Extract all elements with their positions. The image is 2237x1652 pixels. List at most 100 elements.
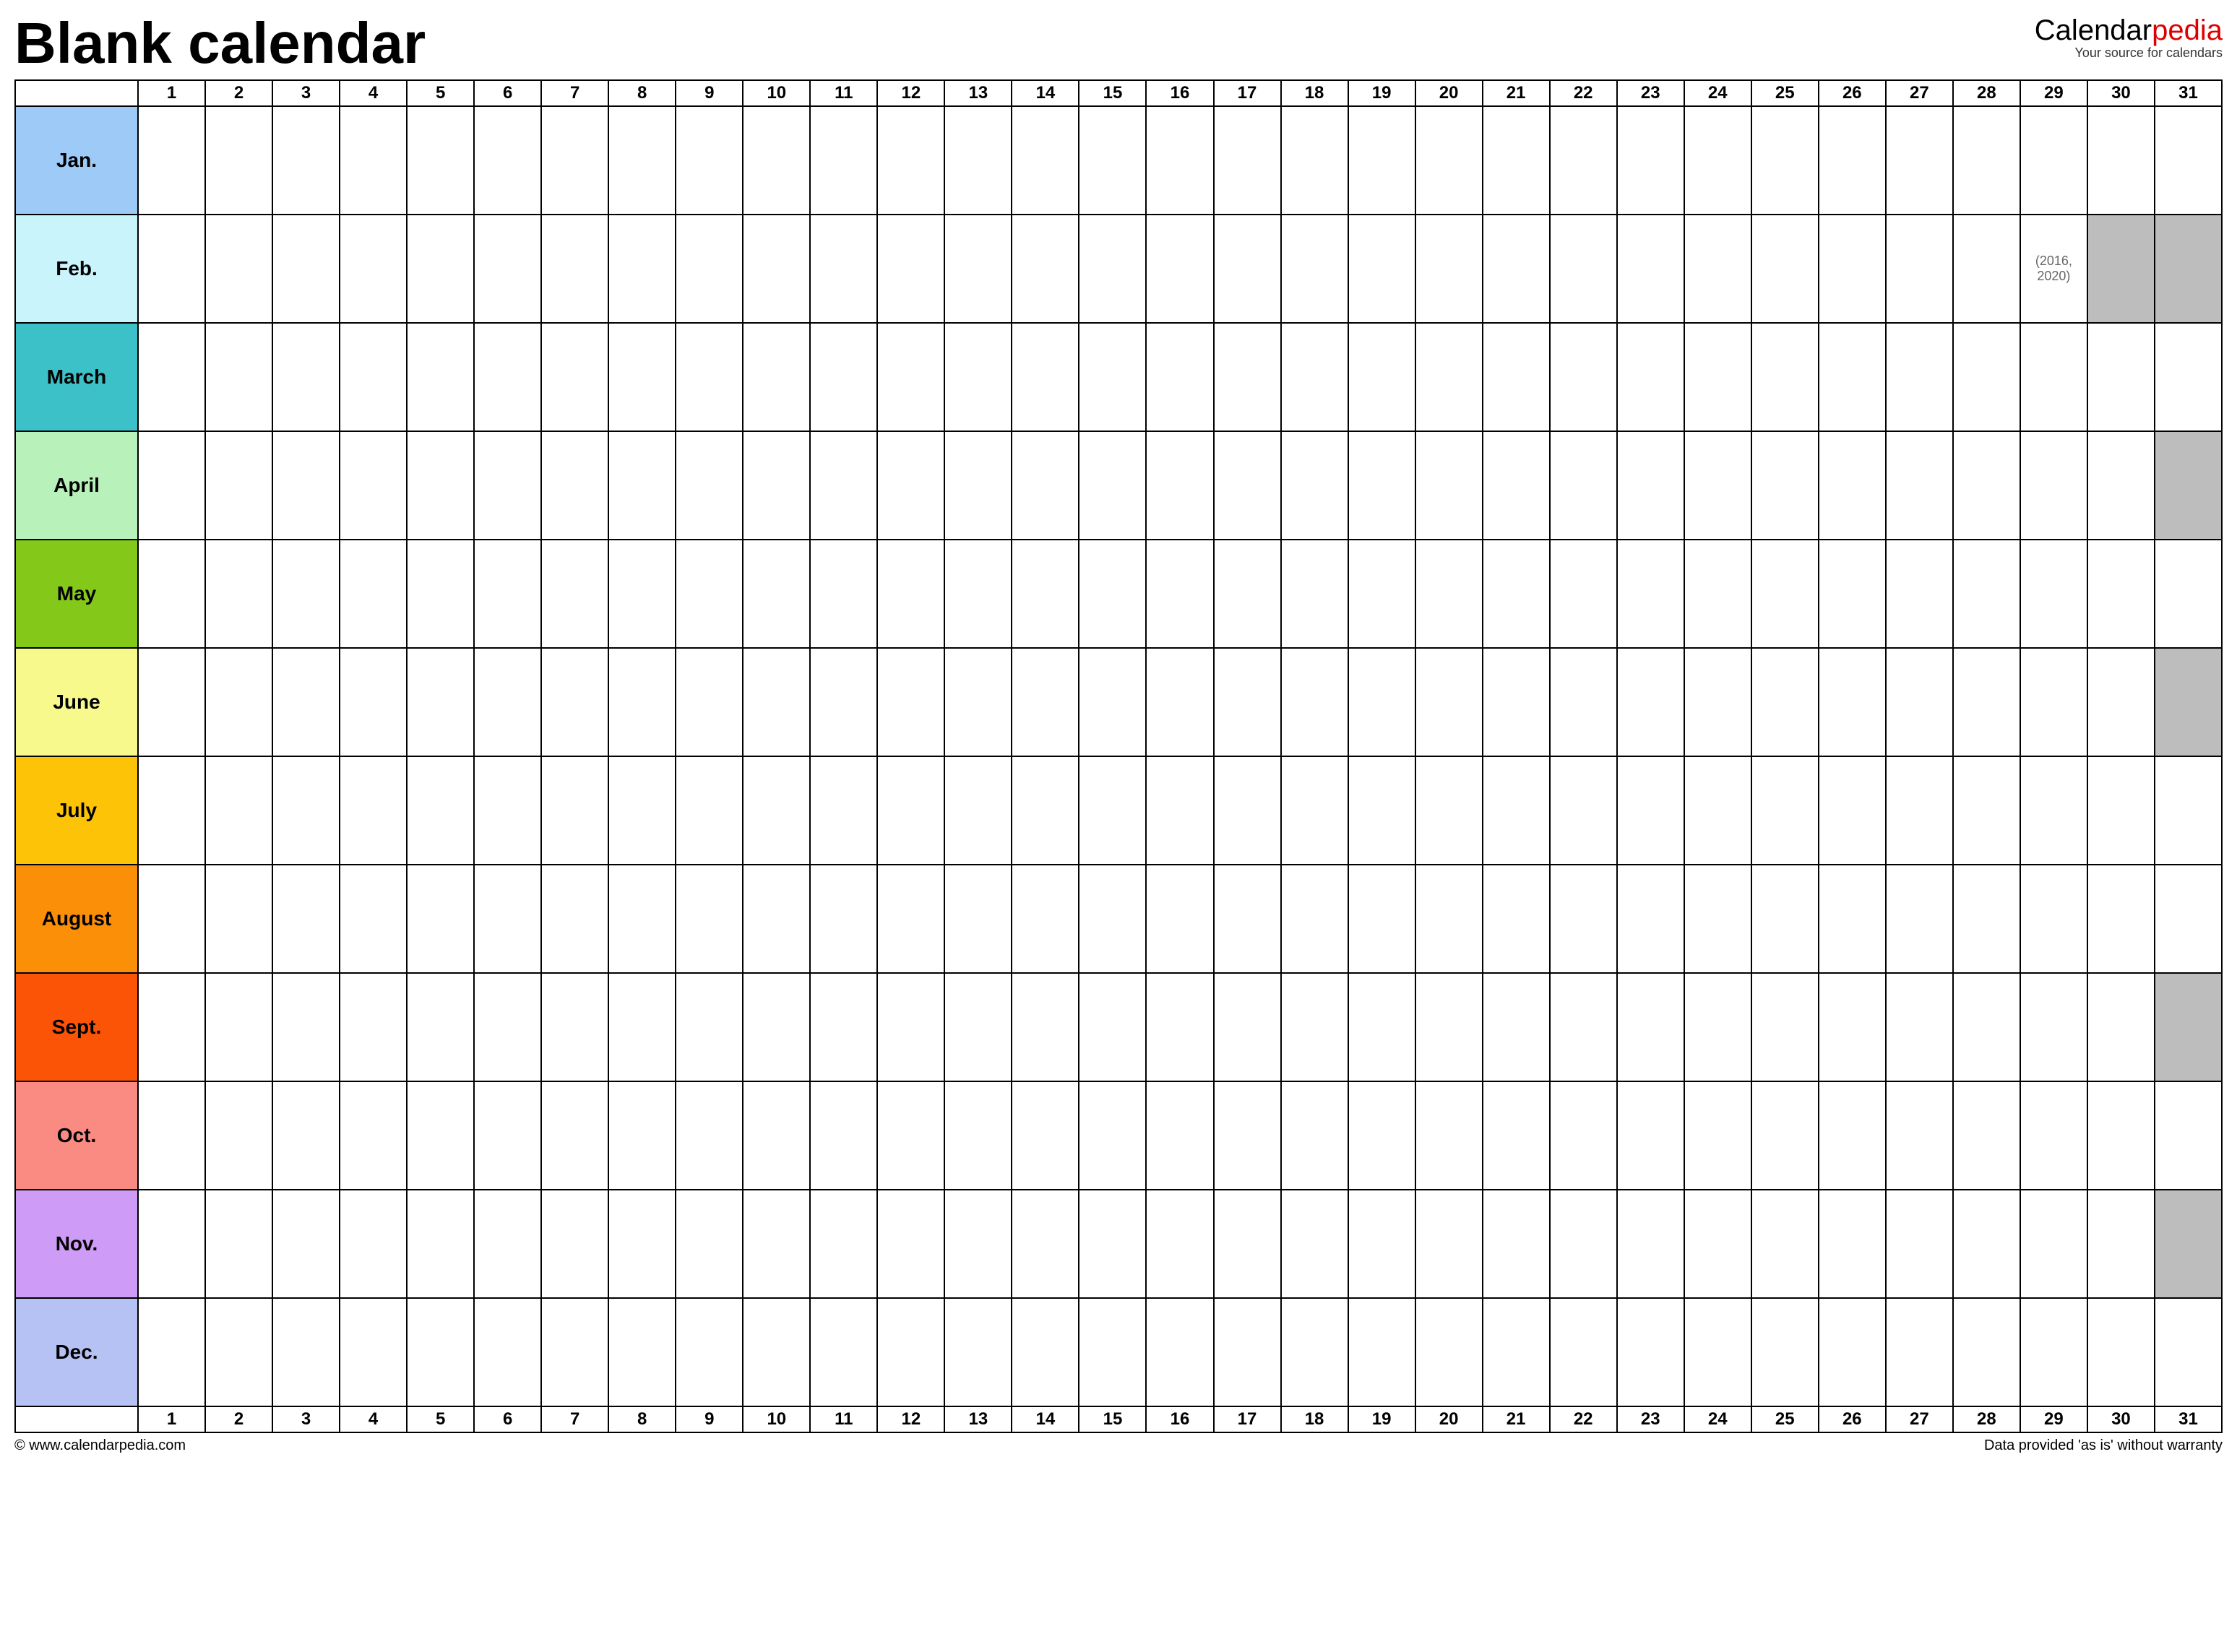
day-cell	[2087, 106, 2155, 215]
day-cell	[1146, 865, 1213, 973]
day-cell	[272, 540, 340, 648]
month-label-cell: Oct.	[15, 1081, 138, 1190]
day-cell	[2087, 323, 2155, 431]
day-cell	[1214, 1081, 1281, 1190]
day-cell	[541, 215, 608, 323]
day-cell	[944, 1298, 1012, 1406]
brand-tagline: Your source for calendars	[2035, 46, 2223, 61]
day-cell	[1886, 106, 1953, 215]
day-cell	[1415, 865, 1483, 973]
month-row: Dec.	[15, 1298, 2222, 1406]
day-header: 17	[1214, 80, 1281, 106]
month-label-cell: Feb.	[15, 215, 138, 323]
day-cell	[1684, 106, 1751, 215]
day-cell	[1079, 215, 1146, 323]
day-cell	[1415, 1190, 1483, 1298]
day-cell	[1617, 106, 1684, 215]
day-cell	[1483, 323, 1550, 431]
day-cell	[1751, 865, 1819, 973]
day-cell	[1684, 540, 1751, 648]
day-cell	[1146, 973, 1213, 1081]
day-cell	[1281, 973, 1348, 1081]
day-cell	[944, 431, 1012, 540]
day-cell	[1819, 106, 1886, 215]
day-cell	[1348, 756, 1415, 865]
day-cell	[1012, 648, 1079, 756]
day-footer: 1	[138, 1406, 205, 1432]
day-cell	[541, 1081, 608, 1190]
day-cell	[474, 648, 541, 756]
month-label-cell: July	[15, 756, 138, 865]
month-label-cell: Dec.	[15, 1298, 138, 1406]
day-cell	[1617, 865, 1684, 973]
day-footer: 26	[1819, 1406, 1886, 1432]
month-row: Jan.	[15, 106, 2222, 215]
day-cell	[1079, 323, 1146, 431]
day-cell	[877, 106, 944, 215]
day-cell	[1348, 865, 1415, 973]
day-cell	[1281, 865, 1348, 973]
day-cell	[1886, 1190, 1953, 1298]
day-cell: (2016, 2020)	[2020, 215, 2087, 323]
day-footer: 19	[1348, 1406, 1415, 1432]
day-cell	[676, 648, 743, 756]
day-cell	[1214, 1190, 1281, 1298]
day-cell	[676, 1298, 743, 1406]
day-cell	[272, 1298, 340, 1406]
day-header: 23	[1617, 80, 1684, 106]
day-cell	[810, 648, 877, 756]
day-cell	[1617, 323, 1684, 431]
day-cell	[608, 1298, 676, 1406]
day-header: 24	[1684, 80, 1751, 106]
footer-copyright: © www.calendarpedia.com	[14, 1437, 186, 1454]
day-cell	[2020, 648, 2087, 756]
day-cell	[1953, 431, 2020, 540]
day-cell	[1281, 323, 1348, 431]
day-cell	[1953, 756, 2020, 865]
day-header: 5	[407, 80, 474, 106]
day-cell	[1886, 973, 1953, 1081]
day-cell	[474, 865, 541, 973]
day-cell	[944, 756, 1012, 865]
day-cell	[1953, 540, 2020, 648]
day-cell	[474, 540, 541, 648]
brand-block: Calendarpedia Your source for calendars	[2035, 14, 2223, 61]
day-header: 25	[1751, 80, 1819, 106]
day-cell	[205, 106, 272, 215]
day-cell	[2155, 1081, 2222, 1190]
day-cell	[2020, 1190, 2087, 1298]
day-cell	[1079, 1298, 1146, 1406]
day-cell	[1079, 431, 1146, 540]
day-cell	[541, 973, 608, 1081]
day-cell	[608, 973, 676, 1081]
day-cell	[1550, 431, 1617, 540]
day-cell	[2087, 215, 2155, 323]
day-cell	[205, 865, 272, 973]
day-cell	[1214, 323, 1281, 431]
day-cell	[2020, 431, 2087, 540]
day-cell	[1146, 1190, 1213, 1298]
day-cell	[1684, 1298, 1751, 1406]
day-cell	[1146, 431, 1213, 540]
day-footer: 28	[1953, 1406, 2020, 1432]
day-cell	[2087, 865, 2155, 973]
day-cell	[407, 1298, 474, 1406]
day-cell	[205, 1298, 272, 1406]
day-cell	[541, 431, 608, 540]
day-cell	[743, 215, 810, 323]
day-cell	[407, 648, 474, 756]
day-cell	[743, 1190, 810, 1298]
day-cell	[1214, 540, 1281, 648]
day-cell	[1415, 756, 1483, 865]
day-cell	[2155, 323, 2222, 431]
month-row: April	[15, 431, 2222, 540]
day-cell	[138, 1081, 205, 1190]
day-cell	[944, 106, 1012, 215]
day-cell	[340, 215, 407, 323]
day-cell	[1214, 865, 1281, 973]
day-cell	[1819, 648, 1886, 756]
day-footer: 10	[743, 1406, 810, 1432]
day-header: 6	[474, 80, 541, 106]
day-footer: 27	[1886, 1406, 1953, 1432]
day-cell	[608, 106, 676, 215]
